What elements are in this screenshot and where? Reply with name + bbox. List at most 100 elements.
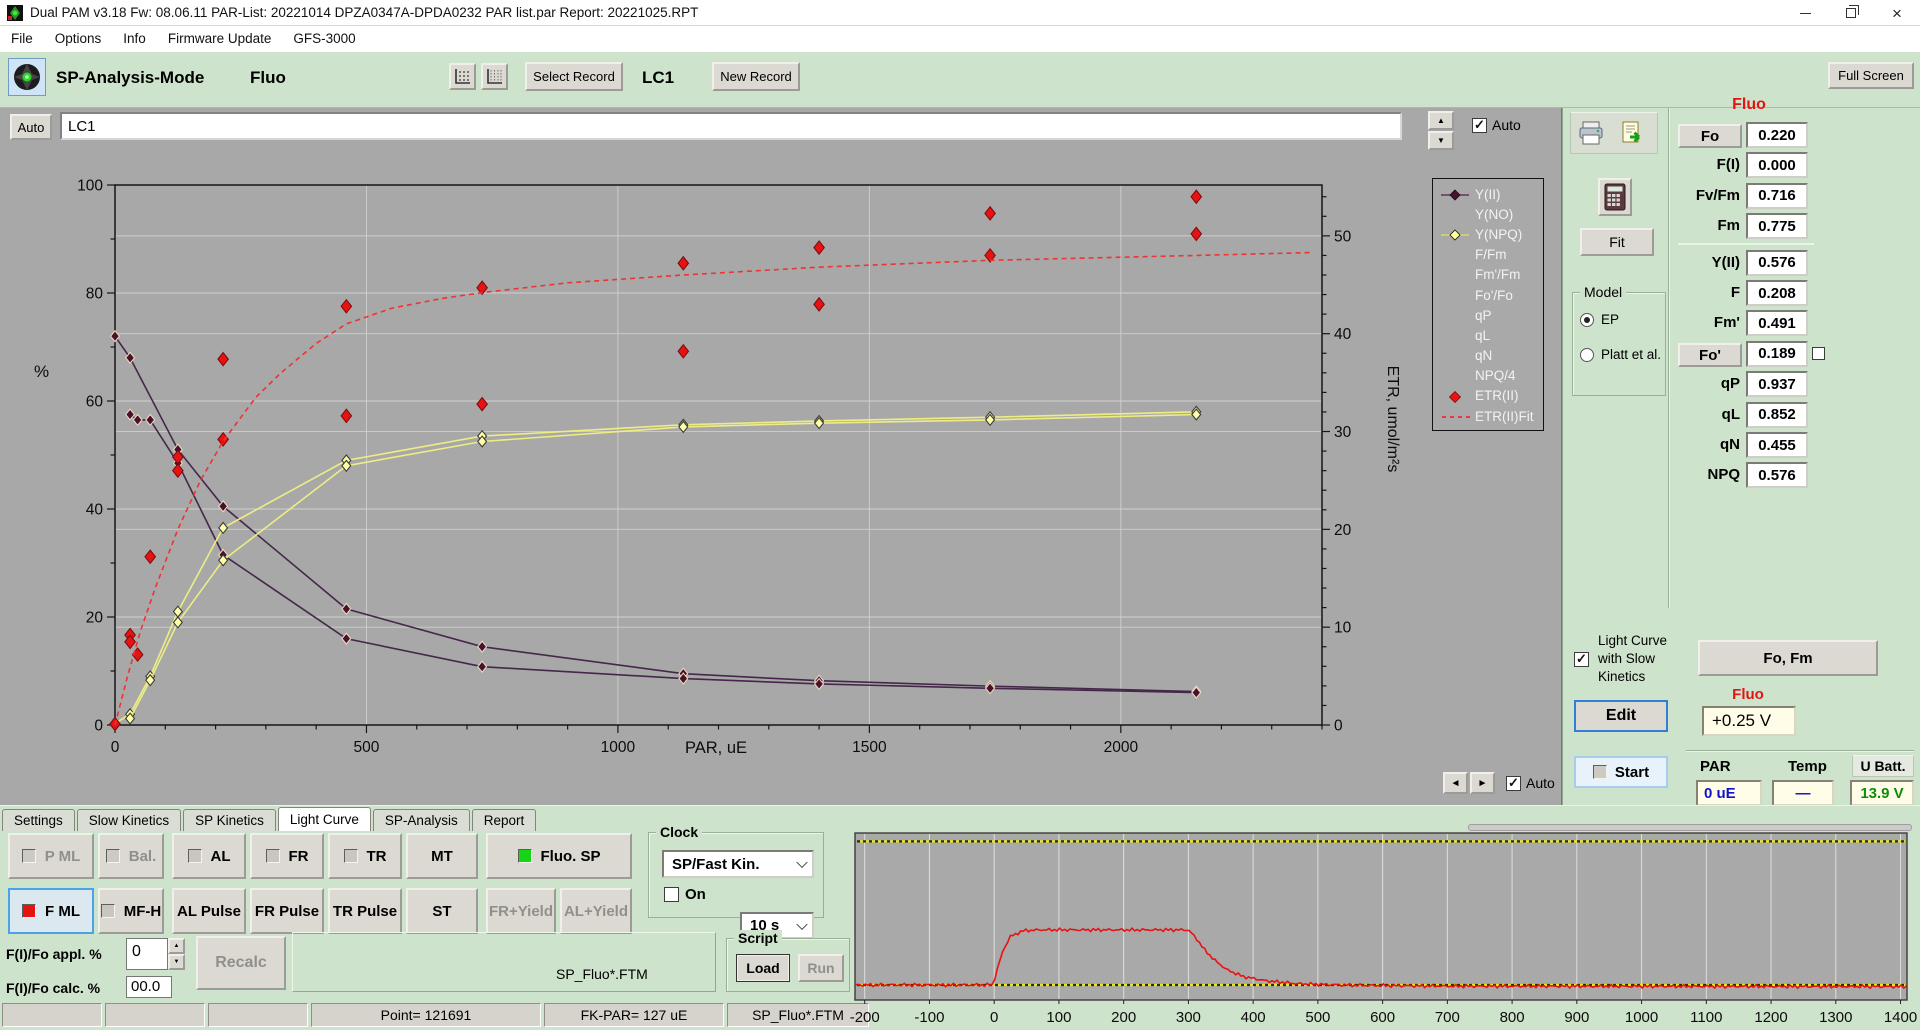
svg-text:80: 80 — [86, 286, 104, 303]
start-button[interactable]: Start — [1574, 756, 1668, 788]
menu-options[interactable]: Options — [44, 26, 113, 52]
control-button-bal-[interactable]: Bal. — [98, 833, 164, 879]
tab-settings[interactable]: Settings — [2, 809, 75, 831]
control-button-al-pulse[interactable]: AL Pulse — [172, 888, 246, 934]
restore-button[interactable] — [1828, 0, 1874, 26]
menu-firmware-update[interactable]: Firmware Update — [157, 26, 283, 52]
minimize-button[interactable] — [1782, 0, 1828, 26]
control-button-mt[interactable]: MT — [406, 833, 478, 879]
menu-gfs-3000[interactable]: GFS-3000 — [282, 26, 366, 52]
legend-marker-diamond-line-icon — [1439, 188, 1473, 200]
control-button-al[interactable]: AL — [172, 833, 246, 879]
recalc-button[interactable]: Recalc — [196, 936, 286, 990]
radio-selected-icon — [1580, 313, 1594, 327]
menu-info[interactable]: Info — [112, 26, 157, 52]
svg-text:800: 800 — [1500, 1009, 1525, 1026]
close-button[interactable]: × — [1874, 0, 1920, 26]
control-button-mf-h[interactable]: MF-H — [98, 888, 164, 934]
calculator-button[interactable] — [1598, 178, 1632, 216]
graph-view-2-button[interactable] — [481, 63, 508, 90]
clock-mode-dropdown[interactable]: SP/Fast Kin. — [662, 850, 814, 878]
legend-item-qp[interactable]: qP — [1439, 305, 1543, 325]
fluo-value-f-i-: 0.000 — [1746, 152, 1808, 178]
svg-text:0: 0 — [94, 718, 103, 735]
svg-text:1000: 1000 — [1625, 1009, 1658, 1026]
svg-text:700: 700 — [1435, 1009, 1460, 1026]
chart-auto-checkbox[interactable]: ✓ — [1506, 776, 1521, 791]
svg-text:900: 900 — [1564, 1009, 1589, 1026]
export-report-button[interactable] — [1620, 120, 1646, 151]
kinetics-chart: -200-10001002003004005006007008009001000… — [850, 805, 1920, 1030]
control-button-fr[interactable]: FR — [250, 833, 324, 879]
control-button-p-ml[interactable]: P ML — [8, 833, 94, 879]
fio-spin-up-button[interactable]: ▲ — [168, 938, 185, 954]
control-button-fluo-sp[interactable]: Fluo. SP — [486, 833, 632, 879]
par-value-field: 0 uE — [1696, 780, 1762, 806]
edit-button[interactable]: Edit — [1574, 700, 1668, 732]
legend-label: ETR(II)Fit — [1475, 409, 1534, 424]
control-button-f-ml[interactable]: F ML — [8, 888, 94, 934]
tab-sp-analysis[interactable]: SP-Analysis — [373, 809, 470, 831]
svg-text:10: 10 — [1334, 620, 1352, 637]
control-button-tr[interactable]: TR — [328, 833, 402, 879]
clock-on-checkbox[interactable] — [664, 887, 679, 902]
legend-item-etr-ii-fit[interactable]: ETR(II)Fit — [1439, 406, 1543, 426]
model-option-platt-et-al-[interactable]: Platt et al. — [1580, 347, 1661, 362]
control-button-fr-yield[interactable]: FR+Yield — [486, 888, 556, 934]
page-left-icon: ◄ — [1451, 778, 1461, 789]
fluo-extra-checkbox-fo-[interactable] — [1812, 347, 1825, 360]
fluo-label-fo-[interactable]: Fo' — [1678, 343, 1742, 367]
control-button-label: P ML — [45, 848, 81, 865]
legend-item-ql[interactable]: qL — [1439, 325, 1543, 345]
legend-item-fo-fo[interactable]: Fo'/Fo — [1439, 285, 1543, 305]
legend-item-npq-4[interactable]: NPQ/4 — [1439, 366, 1543, 386]
control-button-al-yield[interactable]: AL+Yield — [560, 888, 632, 934]
legend-marker-diamond-icon — [1439, 390, 1473, 402]
fluo-label-fm: Fm — [1678, 215, 1742, 239]
chevron-down-icon — [796, 918, 807, 929]
gain-value-field[interactable]: +0.25 V — [1702, 706, 1796, 736]
tab-report[interactable]: Report — [472, 809, 537, 831]
light-curve-slow-kinetics-checkbox[interactable]: ✓ — [1574, 650, 1589, 668]
chart-page-left-button[interactable]: ◄ — [1443, 772, 1468, 794]
status-bar: Point= 121691FK-PAR= 127 uESP_Fluo*.FTM — [2, 1003, 869, 1027]
control-button-tr-pulse[interactable]: TR Pulse — [328, 888, 402, 934]
control-button-st[interactable]: ST — [406, 888, 478, 934]
select-record-button[interactable]: Select Record — [525, 62, 623, 91]
full-screen-button[interactable]: Full Screen — [1828, 62, 1914, 89]
plain-state-checkbox — [106, 849, 120, 863]
control-button-label: AL Pulse — [177, 903, 241, 920]
legend-item-etr-ii-[interactable]: ETR(II) — [1439, 386, 1543, 406]
fluo-label-fo[interactable]: Fo — [1678, 124, 1742, 148]
svg-text:1400: 1400 — [1884, 1009, 1917, 1026]
legend-label: qL — [1475, 328, 1490, 343]
legend-item-fm-fm[interactable]: Fm'/Fm — [1439, 265, 1543, 285]
graph-view-1-button[interactable] — [449, 63, 476, 90]
tab-slow-kinetics[interactable]: Slow Kinetics — [77, 809, 181, 831]
new-record-button[interactable]: New Record — [712, 62, 800, 91]
fluo-label-fv-fm: Fv/Fm — [1678, 185, 1742, 209]
status-point: Point= 121691 — [311, 1003, 541, 1027]
legend-item-qn[interactable]: qN — [1439, 346, 1543, 366]
app-logo-button[interactable] — [8, 58, 46, 96]
fio-appl-input[interactable]: 0 — [126, 938, 168, 970]
fit-button[interactable]: Fit — [1580, 228, 1654, 256]
script-run-button[interactable]: Run — [798, 954, 844, 982]
tab-light-curve[interactable]: Light Curve — [278, 807, 371, 831]
model-option-ep[interactable]: EP — [1580, 312, 1661, 327]
legend-item-f-fm[interactable]: F/Fm — [1439, 245, 1543, 265]
fio-spin-down-button[interactable]: ▼ — [168, 954, 185, 970]
menu-file[interactable]: File — [0, 26, 44, 52]
chart-page-right-button[interactable]: ► — [1470, 772, 1495, 794]
svg-text:300: 300 — [1176, 1009, 1201, 1026]
control-button-fr-pulse[interactable]: FR Pulse — [250, 888, 324, 934]
legend-label: Fm'/Fm — [1475, 267, 1520, 282]
par-label: PAR — [1700, 758, 1731, 775]
legend-item-y-no-[interactable]: Y(NO) — [1439, 204, 1543, 224]
legend-item-y-ii-[interactable]: Y(II) — [1439, 184, 1543, 204]
script-load-button[interactable]: Load — [736, 954, 790, 982]
fo-fm-button[interactable]: Fo, Fm — [1698, 640, 1878, 676]
print-button[interactable] — [1578, 120, 1604, 151]
tab-sp-kinetics[interactable]: SP Kinetics — [183, 809, 276, 831]
legend-item-y-npq-[interactable]: Y(NPQ) — [1439, 224, 1543, 244]
